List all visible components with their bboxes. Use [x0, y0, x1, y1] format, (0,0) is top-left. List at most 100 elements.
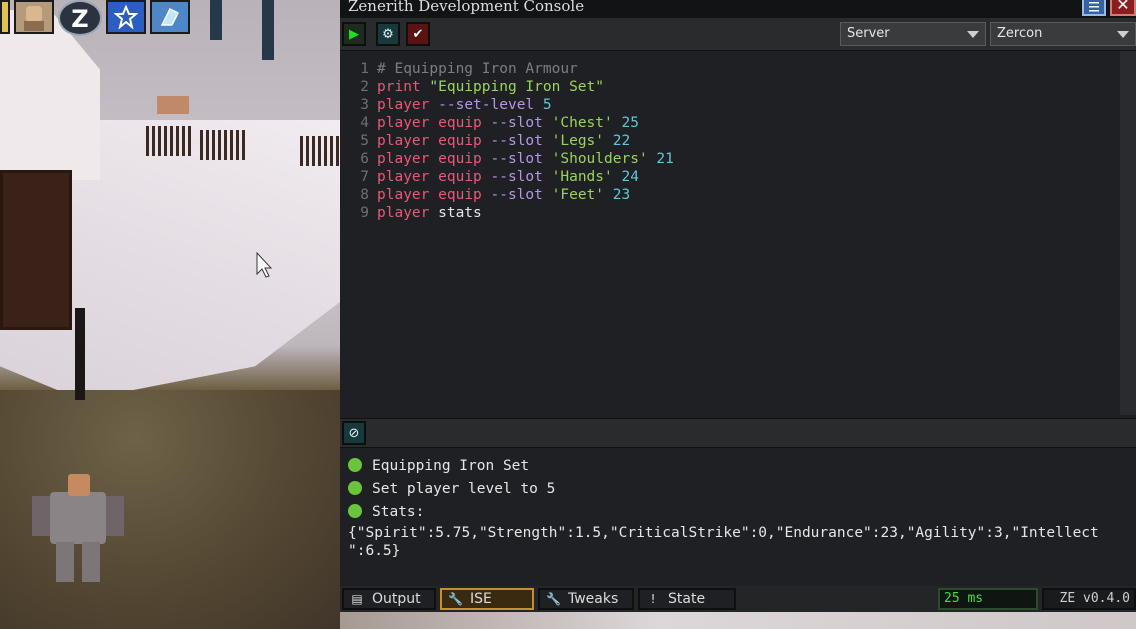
- window-title: Zenerith Development Console: [348, 0, 585, 15]
- output-row: Set player level to 5: [348, 481, 555, 503]
- avatar-button[interactable]: [14, 0, 54, 34]
- fence: [146, 126, 191, 156]
- code-line[interactable]: 9 player stats: [340, 205, 482, 223]
- code-line[interactable]: 8 player equip --slot 'Feet' 23: [340, 187, 630, 205]
- output-panel[interactable]: Equipping Iron Set Set player level to 5…: [340, 448, 1136, 586]
- dev-console-window: Zenerith Development Console ✕ ▶ ⚙ ✔ Ser…: [340, 0, 1136, 612]
- line-number: 9: [360, 205, 369, 221]
- code-token: 24: [621, 169, 639, 185]
- success-dot-icon: [348, 458, 362, 472]
- server-select-value: Server: [847, 26, 890, 41]
- tab-label: ISE: [470, 591, 492, 607]
- context-select[interactable]: Zercon: [990, 22, 1136, 46]
- stats-json-line: ":6.5}: [348, 543, 401, 559]
- code-token: 21: [656, 151, 674, 167]
- confirm-button[interactable]: ✔: [406, 22, 430, 46]
- check-icon: ✔: [412, 26, 424, 42]
- line-number: 6: [360, 151, 369, 167]
- zenerith-logo-button[interactable]: Z: [58, 0, 102, 36]
- code-token: equip: [438, 133, 482, 149]
- gear-icon: ⚙: [382, 26, 394, 42]
- code-line[interactable]: 3 player --set-level 5: [340, 97, 551, 115]
- scene-strip: [340, 612, 1136, 629]
- code-line[interactable]: 1 # Equipping Iron Armour: [340, 61, 578, 79]
- list-view-button[interactable]: [1082, 0, 1106, 16]
- code-token: player: [377, 205, 430, 221]
- z-logo-icon: Z: [71, 5, 88, 33]
- code-token: 'Feet': [551, 187, 605, 203]
- code-editor[interactable]: 1 # Equipping Iron Armour 2 print "Equippin…: [340, 51, 1118, 415]
- version-label: ZE v0.4.0: [1042, 588, 1136, 610]
- tree-trunk: [262, 0, 274, 60]
- hud-toolbar: Z: [0, 0, 190, 36]
- code-token: print: [377, 79, 421, 95]
- code-token: 'Hands': [551, 169, 613, 185]
- game-viewport[interactable]: [0, 0, 340, 629]
- hud-button[interactable]: [0, 0, 10, 34]
- code-token: player: [377, 151, 430, 167]
- chevron-down-icon: [1117, 31, 1129, 38]
- gem-menu-button[interactable]: [150, 0, 190, 34]
- tab-state[interactable]: ! State: [638, 588, 736, 610]
- house-wall: [0, 170, 72, 330]
- clear-output-button[interactable]: ⊘: [342, 421, 366, 445]
- run-button[interactable]: ▶: [342, 22, 366, 46]
- no-entry-icon: ⊘: [348, 425, 360, 441]
- tab-label: Tweaks: [568, 591, 619, 607]
- line-number: 3: [360, 97, 369, 113]
- line-number: 1: [360, 61, 369, 77]
- tab-label: Output: [372, 591, 421, 607]
- list-icon: [1089, 2, 1099, 12]
- output-text: Set player level to 5: [372, 481, 556, 497]
- code-token: --slot: [490, 187, 543, 203]
- code-token: 22: [612, 133, 631, 149]
- settings-button[interactable]: ⚙: [376, 22, 400, 46]
- code-token: player: [377, 115, 430, 131]
- line-number: 5: [360, 133, 369, 149]
- star-icon: [114, 5, 138, 29]
- code-token: player: [377, 169, 430, 185]
- close-button[interactable]: ✕: [1110, 0, 1136, 16]
- lamp-post: [75, 308, 85, 400]
- code-line[interactable]: 4 player equip --slot 'Chest' 25: [340, 115, 639, 133]
- code-line[interactable]: 6 player equip --slot 'Shoulders' 21: [340, 151, 674, 169]
- output-text: Stats:: [372, 504, 425, 520]
- code-line[interactable]: 2 print "Equipping Iron Set": [340, 79, 604, 97]
- code-token: equip: [438, 187, 482, 203]
- close-icon: ✕: [1116, 0, 1130, 14]
- tab-ise[interactable]: 🔧 ISE: [440, 588, 534, 610]
- tab-tweaks[interactable]: 🔧 Tweaks: [538, 588, 634, 610]
- code-token: --slot: [490, 133, 543, 149]
- titlebar[interactable]: Zenerith Development Console ✕: [340, 0, 1136, 18]
- player-character: [32, 474, 126, 584]
- star-menu-button[interactable]: [106, 0, 146, 34]
- code-line[interactable]: 7 player equip --slot 'Hands' 24: [340, 169, 639, 187]
- code-token: --slot: [490, 169, 543, 185]
- code-line[interactable]: 5 player equip --slot 'Legs' 22: [340, 133, 630, 151]
- code-token: 'Shoulders': [551, 151, 648, 167]
- output-toolbar: ⊘: [340, 418, 1136, 448]
- latency-readout: 25 ms: [938, 588, 1038, 610]
- context-select-value: Zercon: [997, 26, 1043, 41]
- code-token: # Equipping Iron Armour: [377, 61, 578, 77]
- code-token: "Equipping Iron Set": [429, 79, 604, 95]
- tab-output[interactable]: ▤ Output: [342, 588, 436, 610]
- alert-icon: !: [650, 592, 656, 606]
- line-number: 8: [360, 187, 369, 203]
- server-select[interactable]: Server: [840, 22, 986, 46]
- list-icon: ▤: [351, 592, 363, 606]
- code-token: 'Legs': [551, 133, 605, 149]
- editor-scrollbar[interactable]: [1120, 51, 1136, 415]
